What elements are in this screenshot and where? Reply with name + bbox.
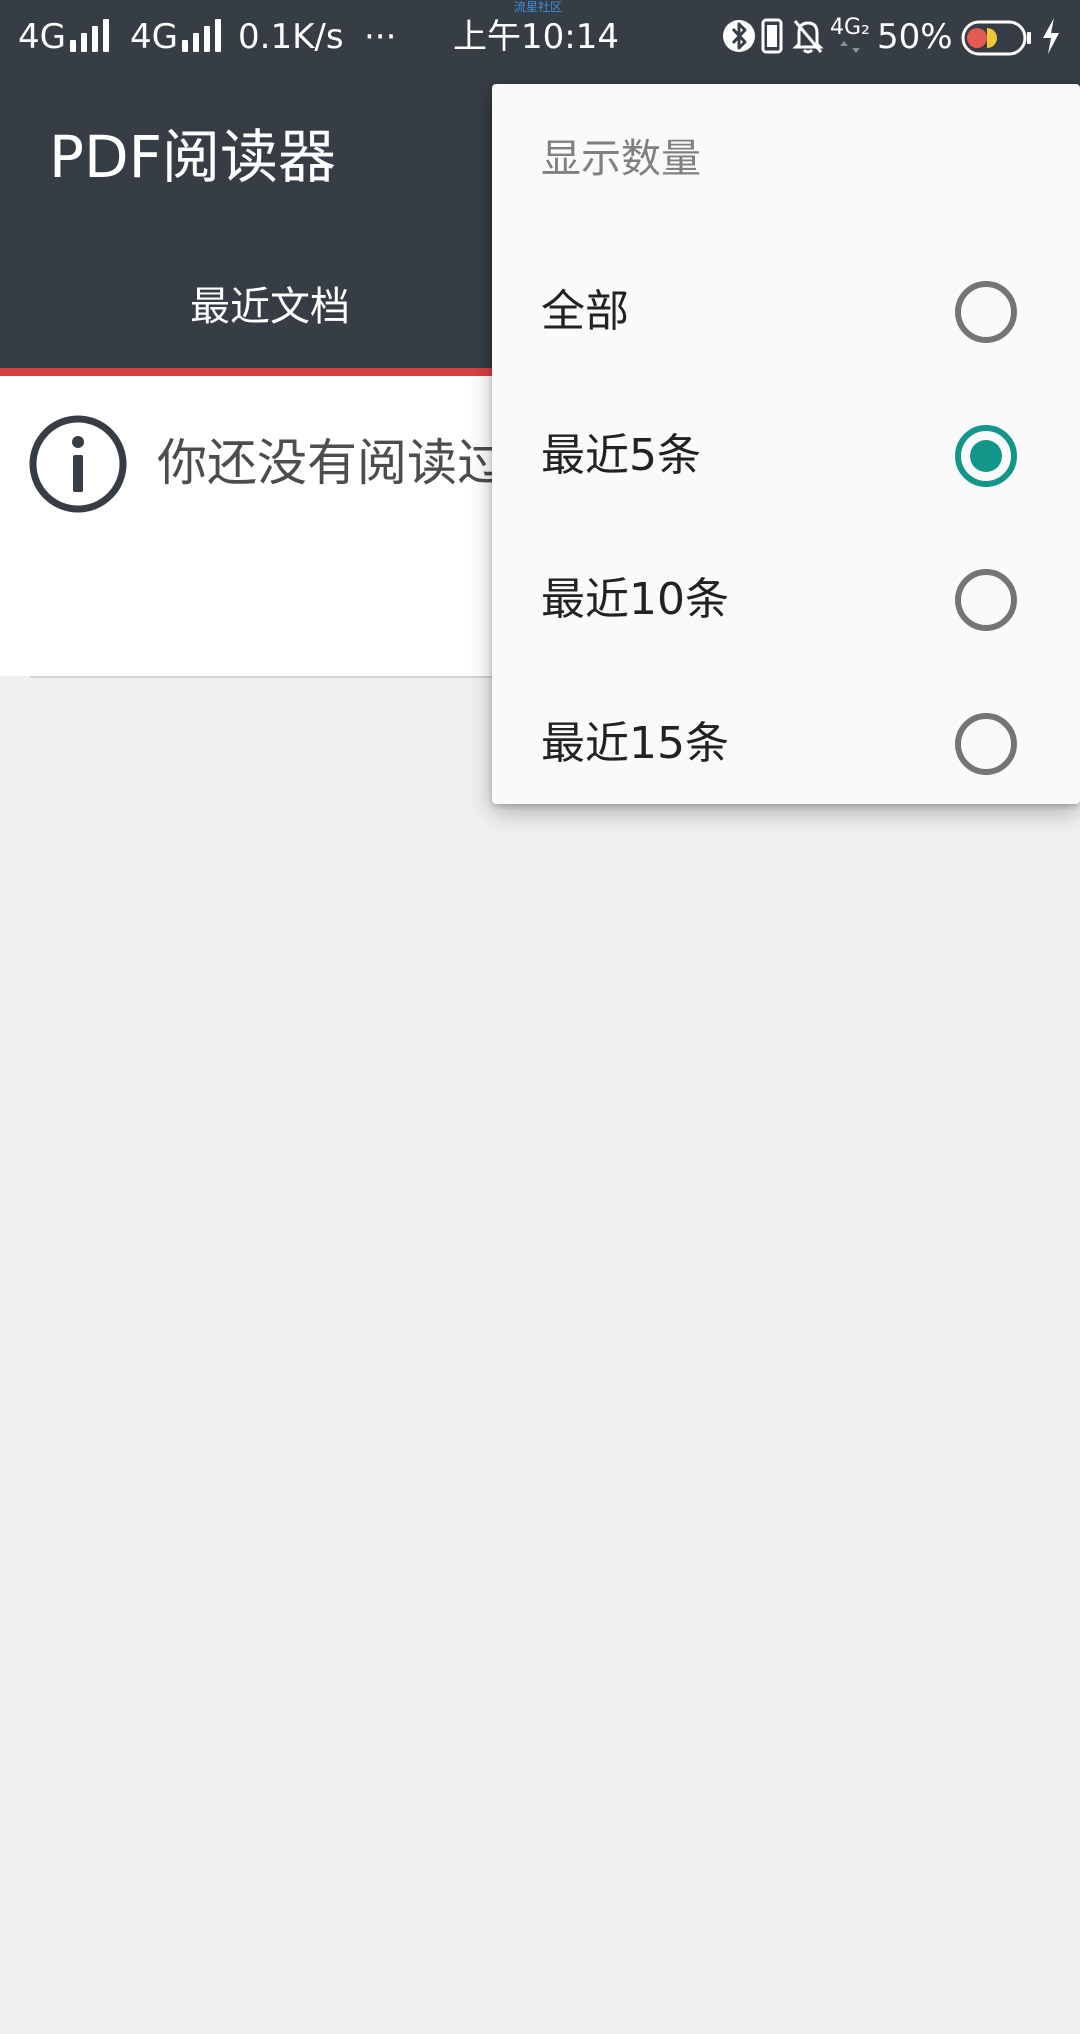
radio-unchecked-icon[interactable] <box>955 569 1017 631</box>
option-recent-5[interactable]: 最近5条 <box>492 384 1080 528</box>
option-label: 最近5条 <box>541 430 701 481</box>
empty-state-message: 你还没有阅读过 <box>157 434 507 492</box>
carrier-1-label: 4G <box>18 17 66 57</box>
radio-dot <box>970 440 1002 472</box>
radio-checked-icon[interactable] <box>955 425 1017 487</box>
radio-unchecked-icon[interactable] <box>955 281 1017 343</box>
option-recent-10[interactable]: 最近10条 <box>492 528 1080 672</box>
battery-percent: 50% <box>877 17 953 57</box>
mute-bell-icon <box>792 20 824 54</box>
status-bar: 4G 4G 0.1K/s ··· 流星社区 上午10:14 4G₂ 50% <box>0 0 1080 74</box>
option-label: 最近10条 <box>541 574 729 625</box>
menu-title: 显示数量 <box>541 136 701 182</box>
network-2-label: 4G₂ <box>830 15 870 40</box>
tab-label: 最近文档 <box>190 284 350 330</box>
charging-icon <box>1043 18 1059 54</box>
option-all[interactable]: 全部 <box>492 240 1080 384</box>
radio-unchecked-icon[interactable] <box>955 713 1017 775</box>
carrier-2-label: 4G <box>130 17 178 57</box>
more-notifications-icon: ··· <box>364 17 397 57</box>
clock: 上午10:14 <box>453 17 619 57</box>
bluetooth-icon <box>723 20 755 52</box>
display-count-menu: 显示数量 全部 最近5条 最近10条 最近15条 <box>492 84 1080 804</box>
option-label: 最近15条 <box>541 718 729 769</box>
signal-1-icon <box>70 18 109 52</box>
signal-2-icon <box>182 18 221 52</box>
option-recent-15[interactable]: 最近15条 <box>492 672 1080 804</box>
option-label: 全部 <box>541 286 629 337</box>
vibrate-icon <box>761 18 783 54</box>
data-activity-icon <box>840 41 860 53</box>
info-icon <box>29 415 127 513</box>
battery-icon <box>961 20 1031 56</box>
tab-recent-documents[interactable]: 最近文档 <box>0 270 540 376</box>
network-speed: 0.1K/s <box>238 17 344 57</box>
tab-indicator <box>0 368 540 376</box>
app-title: PDF阅读器 <box>49 123 336 191</box>
